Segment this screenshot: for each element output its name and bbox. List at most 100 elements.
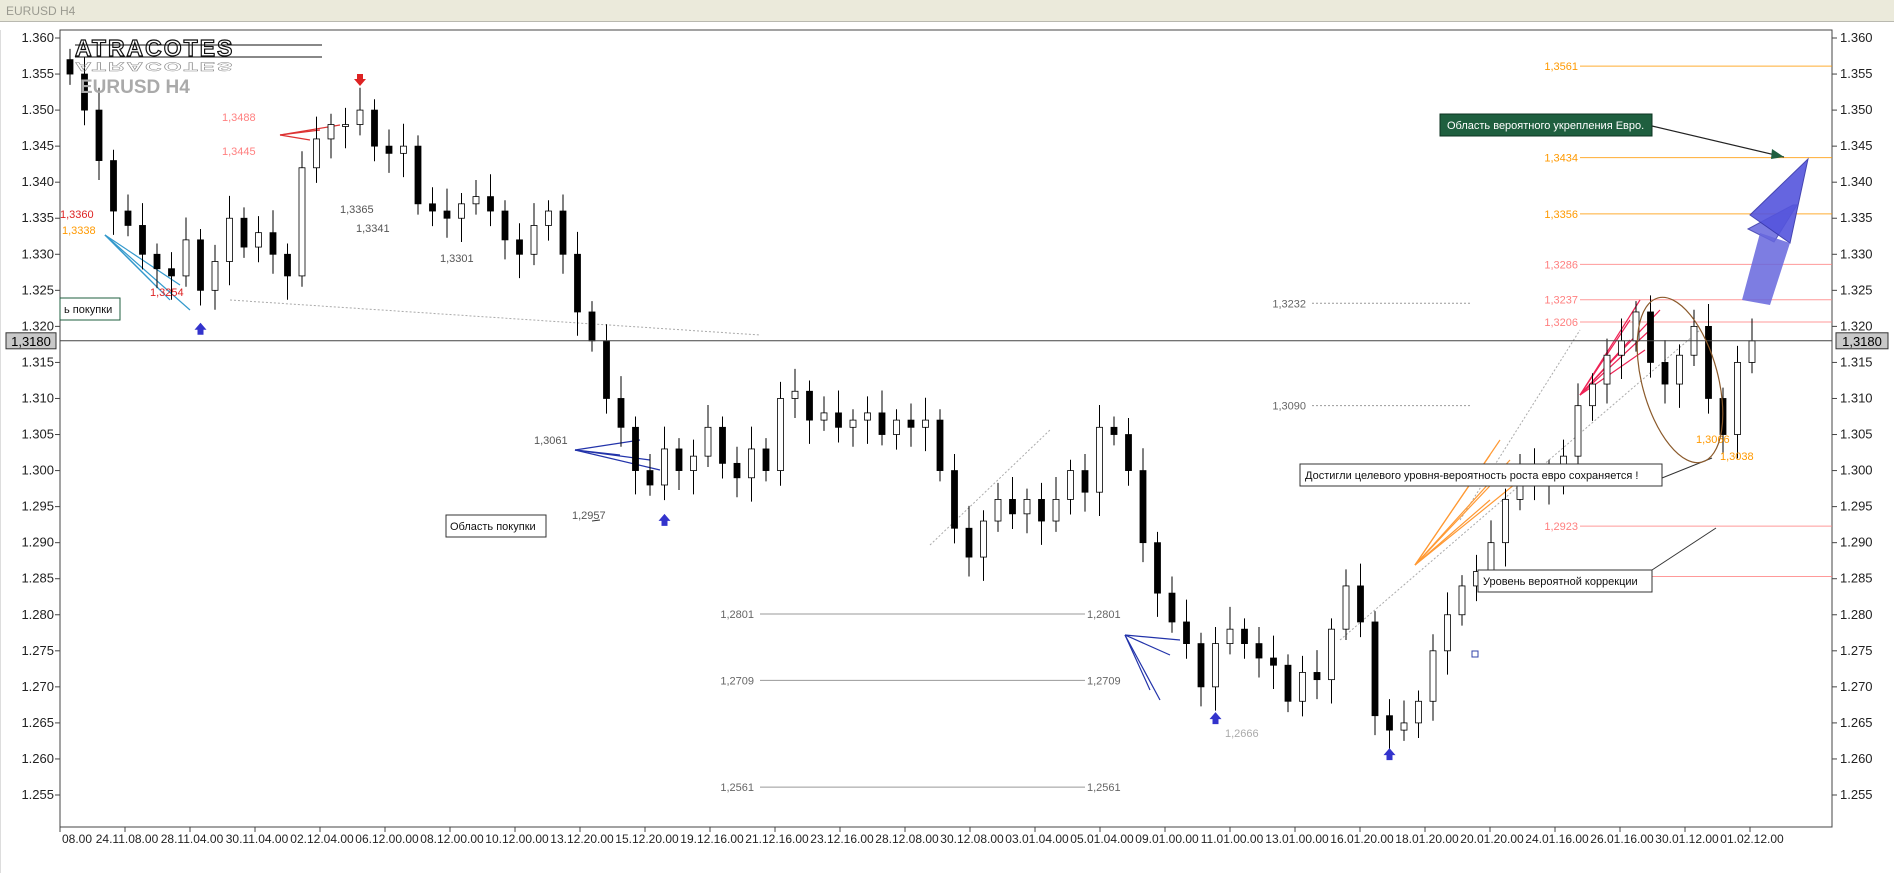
y-tick-label: 1.345 <box>21 138 54 153</box>
candle-body <box>762 448 770 471</box>
x-tick-label: 05.01.04.00 <box>1070 832 1134 846</box>
y-tick-label-right: 1.260 <box>1840 751 1873 766</box>
y-tick-label-right: 1.310 <box>1840 390 1873 405</box>
x-tick-label: 02.12.04.00 <box>290 832 354 846</box>
candle-body <box>1197 643 1205 688</box>
fib-level-label: 1,2923 <box>1544 521 1578 533</box>
candle-body <box>1400 722 1408 731</box>
y-tick-label-right: 1.275 <box>1840 643 1873 658</box>
y-tick-label-right: 1.360 <box>1840 30 1873 45</box>
svg-text:Уровень вероятной коррекции: Уровень вероятной коррекции <box>1483 576 1638 588</box>
candle-body <box>298 167 306 277</box>
y-tick-label: 1.305 <box>21 427 54 442</box>
grey-level-label-right: 1,2801 <box>1087 609 1121 621</box>
candle-body <box>255 232 262 248</box>
candle-body <box>704 426 712 457</box>
y-tick-label: 1.355 <box>21 66 54 81</box>
x-tick-label: 09.01.00.00 <box>1135 832 1199 846</box>
candle-body <box>748 448 755 479</box>
x-axis: 08.00 24.11.08.00 28.11.04.00 30.11.04.00 02… <box>59 827 1784 846</box>
candle-body <box>1226 628 1234 645</box>
candle-body <box>806 390 813 421</box>
price-label: 1,3338 <box>62 225 96 237</box>
price-label: 1,3061 <box>534 435 568 447</box>
y-tick-label-right: 1.300 <box>1840 463 1873 478</box>
candle-body <box>1299 672 1306 702</box>
y-tick-label: 1.290 <box>21 535 54 550</box>
price-label: 1,3488 <box>222 112 256 124</box>
price-label: 1,2666 <box>1225 728 1259 740</box>
current-price-right: 1,3180 <box>1842 334 1882 349</box>
candle-body <box>168 268 175 277</box>
grey-level-label: 1,2801 <box>720 609 754 621</box>
y-tick-label: 1.280 <box>21 607 54 622</box>
candle-body <box>1502 499 1509 544</box>
grey-level-label: 1,3090 <box>1272 401 1306 413</box>
y-tick-label: 1.270 <box>21 679 54 694</box>
y-tick-label-right: 1.355 <box>1840 66 1873 81</box>
candle-body <box>545 210 552 226</box>
y-tick-label-right: 1.340 <box>1840 174 1873 189</box>
candle-body <box>1603 354 1611 385</box>
candle-body <box>1618 340 1625 356</box>
candle-body <box>1255 643 1263 659</box>
y-tick-label-right: 1.335 <box>1840 210 1873 225</box>
candle-body <box>1444 614 1451 652</box>
candle-body <box>675 448 683 471</box>
grey-level-label-right: 1,2561 <box>1087 782 1121 794</box>
x-tick-label: 28.12.08.00 <box>875 832 939 846</box>
candle-body <box>1589 383 1596 407</box>
candle-body <box>951 470 958 529</box>
callout-correction: Уровень вероятной коррекции <box>1477 569 1653 593</box>
candle-body <box>791 390 799 399</box>
candle-body <box>1154 542 1161 594</box>
plot-area[interactable] <box>59 29 1833 828</box>
candle-body <box>1052 499 1060 522</box>
grey-level-label-right: 1,2709 <box>1087 675 1121 687</box>
candle-body <box>458 203 465 219</box>
candle-body <box>1328 628 1335 681</box>
candle-body <box>400 145 407 154</box>
svg-text:ь покупки: ь покупки <box>64 304 112 316</box>
y-tick-label-right: 1.345 <box>1840 138 1873 153</box>
candle-body <box>1386 715 1393 731</box>
candle-body <box>1009 499 1016 515</box>
candle-body <box>1661 362 1669 385</box>
x-tick-label: 24.01.16.00 <box>1525 832 1589 846</box>
candle-body <box>603 340 610 399</box>
candle-body <box>777 398 784 471</box>
candle-body <box>588 311 596 342</box>
candle-body <box>327 124 335 140</box>
y-axis-left: 1.360 1.355 1.350 1.345 1.340 1.335 1.330 1.325… <box>21 30 60 802</box>
y-tick-label-right: 1.265 <box>1840 715 1873 730</box>
candle-body <box>211 261 219 291</box>
y-tick-label-right: 1.325 <box>1840 282 1873 297</box>
x-tick-label: 18.01.20.00 <box>1395 832 1459 846</box>
x-tick-label: 13.01.00.00 <box>1265 832 1329 846</box>
candle-body <box>1415 700 1422 724</box>
candle-body <box>559 210 567 255</box>
svg-text:Достигли целевого уровня-вероя: Достигли целевого уровня-вероятность рос… <box>1305 470 1638 482</box>
chart[interactable]: 1.360 1.355 1.350 1.345 1.340 1.335 1.330 1.325… <box>0 0 1894 873</box>
candle-body <box>313 138 320 169</box>
candle-body <box>342 124 349 127</box>
y-tick-label: 1.265 <box>21 715 54 730</box>
candle-body <box>864 412 871 421</box>
candle-body <box>1110 426 1118 435</box>
candle-body <box>1038 499 1045 522</box>
price-label: 1,3038 <box>1720 451 1754 463</box>
y-tick-label-right: 1.280 <box>1840 607 1873 622</box>
x-tick-label: 08.00 <box>62 832 92 846</box>
x-tick-label: 08.12.00.00 <box>420 832 484 846</box>
candle-body <box>733 462 741 479</box>
candle-body <box>1429 650 1437 702</box>
candle-body <box>1676 354 1683 385</box>
candle-body <box>516 239 523 255</box>
y-tick-label: 1.310 <box>21 390 54 405</box>
candle-body <box>835 412 842 428</box>
candle-body <box>1125 434 1132 471</box>
x-tick-label: 10.12.00.00 <box>485 832 549 846</box>
symbol-label: EURUSD H4 <box>80 77 190 98</box>
y-tick-label: 1.330 <box>21 246 54 261</box>
candle-body <box>1734 362 1741 435</box>
